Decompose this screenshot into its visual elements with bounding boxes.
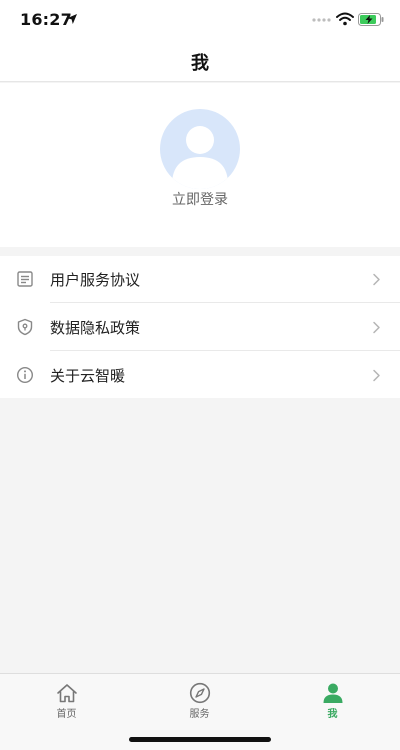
chevron-right-icon [373, 321, 380, 334]
compass-icon [189, 682, 211, 704]
menu-item-privacy-policy[interactable]: 数据隐私政策 [0, 304, 400, 351]
tab-label: 首页 [56, 709, 77, 720]
shield-icon [17, 318, 33, 336]
menu-item-label: 用户服务协议 [50, 271, 141, 289]
status-bar: 16:27 [0, 0, 400, 40]
profile-section: 立即登录 [0, 83, 400, 247]
wifi-icon [336, 12, 354, 26]
cellular-signal-icon [312, 18, 331, 22]
tab-label: 服务 [189, 709, 210, 720]
home-icon [57, 684, 77, 703]
menu-item-label: 数据隐私政策 [50, 319, 141, 337]
chevron-right-icon [373, 273, 380, 286]
chevron-right-icon [373, 369, 380, 382]
home-indicator [129, 737, 271, 742]
battery-charging-icon [358, 13, 384, 26]
avatar[interactable] [160, 109, 240, 189]
location-arrow-icon [67, 14, 77, 24]
tab-me[interactable]: 我 [266, 674, 399, 724]
tab-label: 我 [327, 709, 338, 720]
divider [50, 302, 400, 303]
info-icon [16, 366, 34, 384]
menu-item-label: 关于云智暖 [50, 367, 126, 385]
status-time: 16:27 [20, 10, 72, 29]
login-link[interactable]: 立即登录 [0, 189, 400, 209]
divider [50, 350, 400, 351]
document-icon [17, 271, 33, 287]
tab-services[interactable]: 服务 [133, 674, 266, 724]
menu-item-about[interactable]: 关于云智暖 [0, 352, 400, 399]
tab-home[interactable]: 首页 [0, 674, 133, 724]
person-icon [323, 683, 343, 703]
page-title: 我 [191, 53, 209, 74]
settings-menu: 用户服务协议 数据隐私政策 关于云智暖 [0, 256, 400, 398]
navigation-bar: 我 [0, 40, 400, 82]
menu-item-user-agreement[interactable]: 用户服务协议 [0, 256, 400, 303]
